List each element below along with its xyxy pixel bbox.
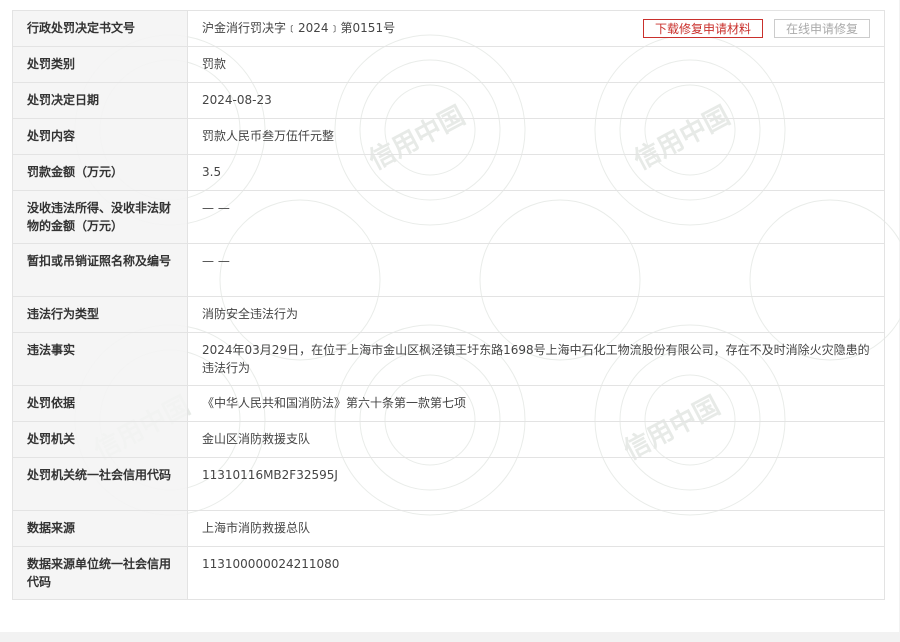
row-value: 2024年03月29日，在位于上海市金山区枫泾镇王圩东路1698号上海中石化工物… [187,332,885,386]
row-label: 罚款金额（万元） [12,154,188,191]
row-label: 违法事实 [12,332,188,386]
row-label: 没收违法所得、没收非法财物的金额（万元） [12,190,188,244]
online-repair-application-button[interactable]: 在线申请修复 [773,19,870,38]
download-repair-materials-button[interactable]: 下载修复申请材料 [642,19,763,38]
row-label: 处罚类别 [12,46,188,83]
row-label: 处罚依据 [12,385,188,422]
table-row: 没收违法所得、没收非法财物的金额（万元） — — [12,190,885,244]
row-value: 罚款人民币叁万伍仟元整 [187,118,885,155]
table-row: 罚款金额（万元） 3.5 [12,154,885,191]
row-label: 处罚机关统一社会信用代码 [12,457,188,511]
row-value: — — [187,190,885,244]
row-value: — — [187,243,885,297]
row-label: 处罚决定日期 [12,82,188,119]
row-value: 消防安全违法行为 [187,296,885,333]
row-label: 暂扣或吊销证照名称及编号 [12,243,188,297]
row-value: 罚款 [187,46,885,83]
table-row: 数据来源 上海市消防救援总队 [12,510,885,547]
table-row: 行政处罚决定书文号 沪金消行罚决字﹝2024﹞第0151号 下载修复申请材料 在… [12,10,885,47]
table-row: 暂扣或吊销证照名称及编号 — — [12,243,885,297]
table-row: 处罚机关统一社会信用代码 11310116MB2F32595J [12,457,885,511]
row-label: 数据来源单位统一社会信用代码 [12,546,188,600]
row-label: 处罚内容 [12,118,188,155]
row-value: 金山区消防救援支队 [187,421,885,458]
row-value: 113100000024211080 [187,546,885,600]
table-row: 处罚依据 《中华人民共和国消防法》第六十条第一款第七项 [12,385,885,422]
table-row: 处罚类别 罚款 [12,46,885,83]
table-row: 数据来源单位统一社会信用代码 113100000024211080 [12,546,885,600]
row-label: 数据来源 [12,510,188,547]
row-label: 行政处罚决定书文号 [12,10,188,47]
row-label: 违法行为类型 [12,296,188,333]
row-value: 11310116MB2F32595J [187,457,885,511]
table-row: 违法事实 2024年03月29日，在位于上海市金山区枫泾镇王圩东路1698号上海… [12,332,885,386]
table-row: 处罚内容 罚款人民币叁万伍仟元整 [12,118,885,155]
row-value: 3.5 [187,154,885,191]
row-value: 2024-08-23 [187,82,885,119]
row-value: 上海市消防救援总队 [187,510,885,547]
table-row: 违法行为类型 消防安全违法行为 [12,296,885,333]
row-value-cell: 沪金消行罚决字﹝2024﹞第0151号 下载修复申请材料 在线申请修复 [187,10,885,47]
table-row: 处罚决定日期 2024-08-23 [12,82,885,119]
table-row: 处罚机关 金山区消防救援支队 [12,421,885,458]
penalty-detail-table: 行政处罚决定书文号 沪金消行罚决字﹝2024﹞第0151号 下载修复申请材料 在… [12,10,885,600]
row-label: 处罚机关 [12,421,188,458]
row-value: 沪金消行罚决字﹝2024﹞第0151号 [202,21,396,35]
row-value: 《中华人民共和国消防法》第六十条第一款第七项 [187,385,885,422]
